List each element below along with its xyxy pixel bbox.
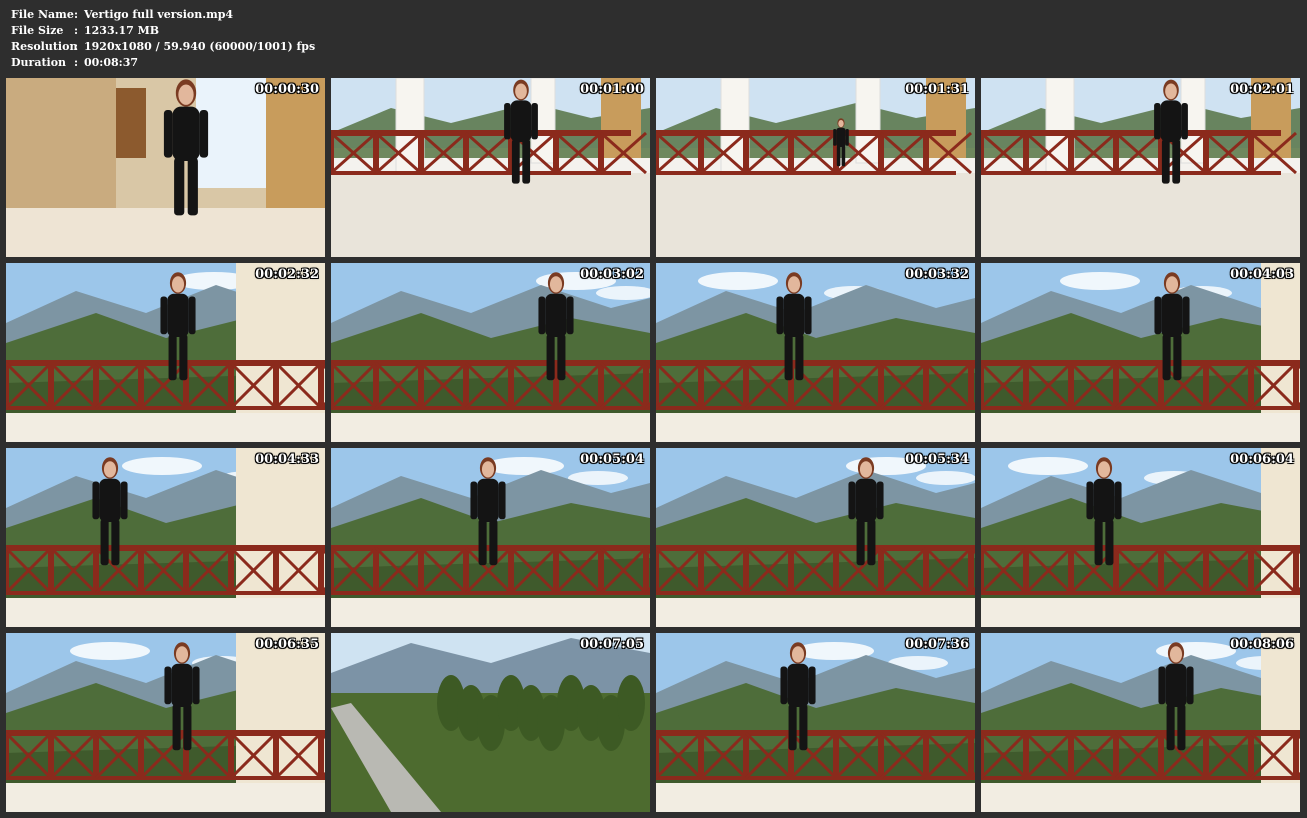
frame-timestamp: 00:07:36: [905, 637, 969, 652]
thumbnail-frame[interactable]: 00:04:33: [6, 448, 325, 627]
frame-timestamp: 00:07:05: [580, 637, 644, 652]
thumbnail-frame[interactable]: 00:01:31: [656, 78, 975, 257]
file-name-row: File Name : Vertigo full version.mp4: [11, 7, 315, 23]
thumbnail-frame[interactable]: 00:07:05: [331, 633, 650, 812]
frame-timestamp: 00:03:32: [905, 267, 969, 282]
file-size-row: File Size : 1233.17 MB: [11, 23, 315, 39]
thumbnail-image: [656, 448, 975, 627]
thumbnail-frame[interactable]: 00:08:06: [981, 633, 1300, 812]
thumbnail-image: [6, 78, 325, 257]
thumbnail-frame[interactable]: 00:05:34: [656, 448, 975, 627]
frame-timestamp: 00:01:00: [580, 82, 644, 97]
thumbnail-image: [6, 263, 325, 442]
resolution-label: Resolution: [11, 40, 78, 53]
thumbnail-frame[interactable]: 00:02:01: [981, 78, 1300, 257]
thumbnail-frame[interactable]: 00:07:36: [656, 633, 975, 812]
frame-timestamp: 00:04:33: [255, 452, 319, 467]
thumbnail-frame[interactable]: 00:03:02: [331, 263, 650, 442]
thumbnail-frame[interactable]: 00:06:35: [6, 633, 325, 812]
separator: :: [74, 56, 79, 69]
file-name-value: Vertigo full version.mp4: [84, 8, 234, 21]
thumbnail-image: [331, 263, 650, 442]
thumbnail-frame[interactable]: 00:06:04: [981, 448, 1300, 627]
file-info-header: File Name : Vertigo full version.mp4 Fil…: [11, 7, 315, 71]
thumbnail-image: [331, 78, 650, 257]
frame-timestamp: 00:06:35: [255, 637, 319, 652]
thumbnail-frame[interactable]: 00:00:30: [6, 78, 325, 257]
thumbnail-image: [656, 263, 975, 442]
thumbnail-image: [981, 448, 1300, 627]
thumbnail-image: [981, 633, 1300, 812]
thumbnail-frame[interactable]: 00:04:03: [981, 263, 1300, 442]
thumbnail-image: [6, 448, 325, 627]
thumbnail-image: [331, 633, 650, 812]
thumbnail-image: [656, 633, 975, 812]
frame-timestamp: 00:03:02: [580, 267, 644, 282]
frame-timestamp: 00:02:32: [255, 267, 319, 282]
frame-timestamp: 00:00:30: [255, 82, 319, 97]
file-name-label: File Name: [11, 8, 74, 21]
frame-timestamp: 00:05:34: [905, 452, 969, 467]
frame-timestamp: 00:01:31: [905, 82, 969, 97]
frame-timestamp: 00:02:01: [1230, 82, 1294, 97]
thumbnail-image: [981, 78, 1300, 257]
thumbnail-frame[interactable]: 00:01:00: [331, 78, 650, 257]
file-size-value: 1233.17 MB: [84, 24, 160, 37]
resolution-row: Resolution : 1920x1080 / 59.940 (60000/1…: [11, 39, 315, 55]
resolution-value: 1920x1080 / 59.940 (60000/1001) fps: [84, 40, 316, 53]
frame-timestamp: 00:05:04: [580, 452, 644, 467]
thumbnail-frame[interactable]: 00:03:32: [656, 263, 975, 442]
frame-timestamp: 00:04:03: [1230, 267, 1294, 282]
thumbnail-image: [981, 263, 1300, 442]
thumbnail-frame[interactable]: 00:02:32: [6, 263, 325, 442]
thumbnail-frame[interactable]: 00:05:04: [331, 448, 650, 627]
duration-row: Duration : 00:08:37: [11, 55, 315, 71]
thumbnail-grid: 00:00:30 00:01:00 00:01:31 00:02:01 00:0…: [6, 78, 1300, 812]
frame-timestamp: 00:06:04: [1230, 452, 1294, 467]
separator: :: [74, 40, 79, 53]
file-size-label: File Size: [11, 24, 64, 37]
duration-label: Duration: [11, 56, 67, 69]
separator: :: [74, 24, 79, 37]
thumbnail-image: [6, 633, 325, 812]
thumbnail-image: [656, 78, 975, 257]
frame-timestamp: 00:08:06: [1230, 637, 1294, 652]
separator: :: [74, 8, 79, 21]
duration-value: 00:08:37: [84, 56, 139, 69]
thumbnail-image: [331, 448, 650, 627]
